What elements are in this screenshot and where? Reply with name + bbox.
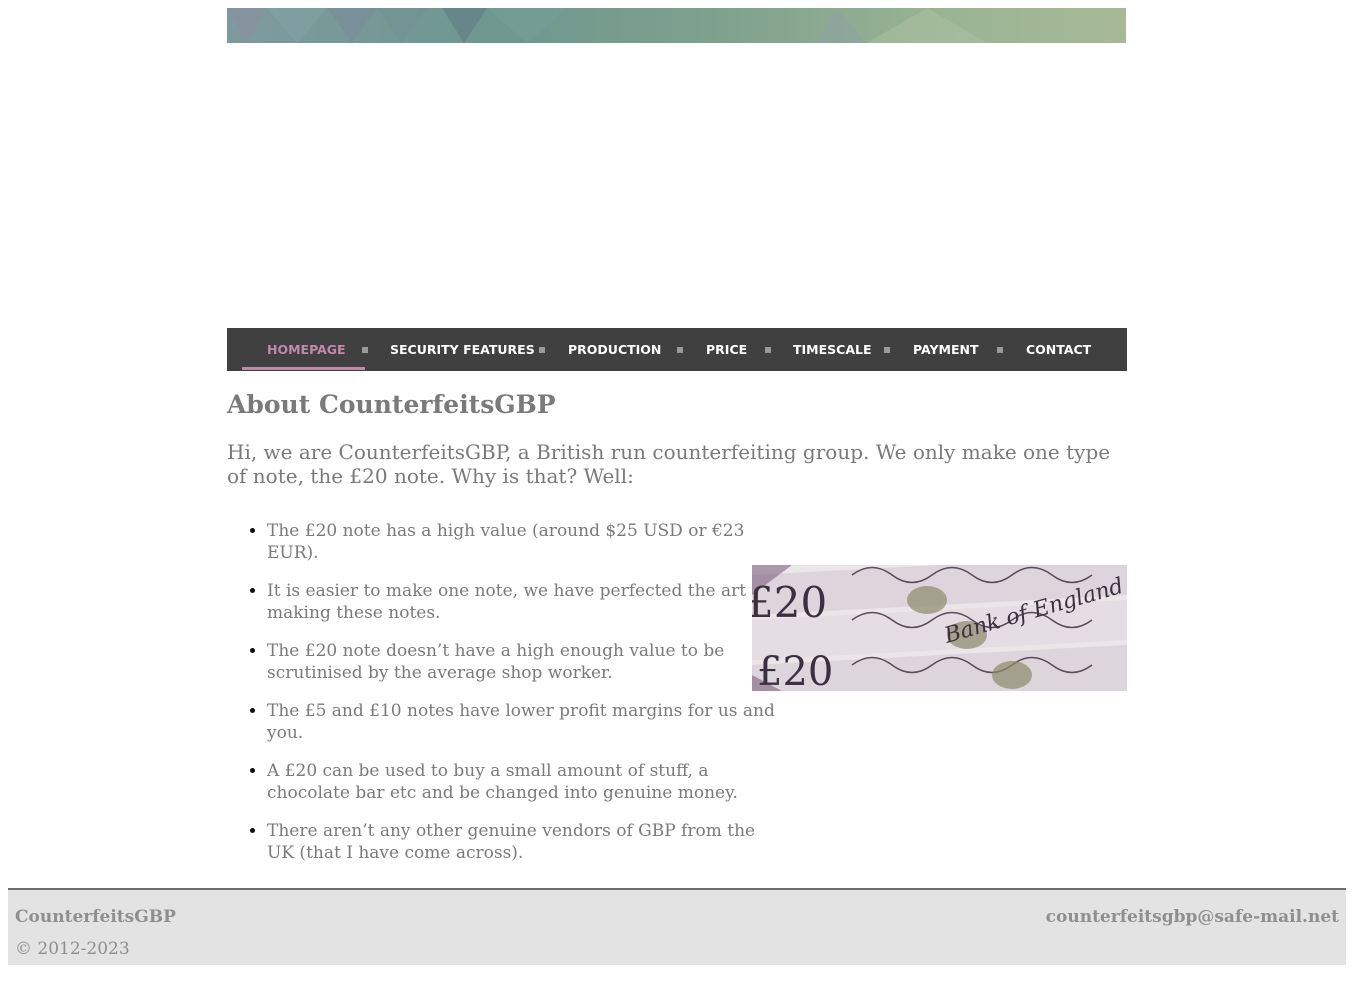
reasons-list: The £20 note has a high value (around $2… (227, 520, 787, 880)
page-title: About CounterfeitsGBP (227, 390, 556, 419)
note-value-top: £20 (752, 578, 827, 627)
footer-brand: CounterfeitsGBP (15, 907, 176, 927)
footer-copyright: © 2012-2023 (15, 939, 130, 959)
nav-item-security-features[interactable]: SECURITY FEATURES (390, 328, 535, 371)
nav-active-indicator (242, 367, 365, 370)
list-item: The £20 note doesn’t have a high enough … (267, 640, 787, 684)
footer-email-link[interactable]: counterfeitsgbp@safe-mail.net (1046, 907, 1339, 927)
nav-separator (362, 347, 368, 353)
main-navigation: HOMEPAGE SECURITY FEATURES PRODUCTION PR… (227, 328, 1127, 371)
header-banner (227, 8, 1126, 43)
nav-separator (997, 347, 1003, 353)
intro-paragraph: Hi, we are CounterfeitsGBP, a British ru… (227, 440, 1111, 488)
footer: CounterfeitsGBP © 2012-2023 counterfeits… (8, 888, 1346, 965)
nav-item-payment[interactable]: PAYMENT (913, 328, 979, 371)
nav-item-contact[interactable]: CONTACT (1026, 328, 1091, 371)
list-item: There aren’t any other genuine vendors o… (267, 820, 787, 864)
list-item: The £20 note has a high value (around $2… (267, 520, 787, 564)
nav-item-price[interactable]: PRICE (706, 328, 747, 371)
list-item: A £20 can be used to buy a small amount … (267, 760, 787, 804)
nav-item-production[interactable]: PRODUCTION (568, 328, 661, 371)
nav-separator (884, 347, 890, 353)
nav-item-homepage[interactable]: HOMEPAGE (267, 328, 346, 371)
nav-separator (677, 347, 683, 353)
banknotes-image: £20 £20 Bank of England (752, 565, 1127, 691)
list-item: The £5 and £10 notes have lower profit m… (267, 700, 787, 744)
note-value-bottom: £20 (757, 649, 833, 691)
list-item: It is easier to make one note, we have p… (267, 580, 787, 624)
nav-separator (539, 347, 545, 353)
nav-separator (765, 347, 771, 353)
nav-item-timescale[interactable]: TIMESCALE (793, 328, 872, 371)
